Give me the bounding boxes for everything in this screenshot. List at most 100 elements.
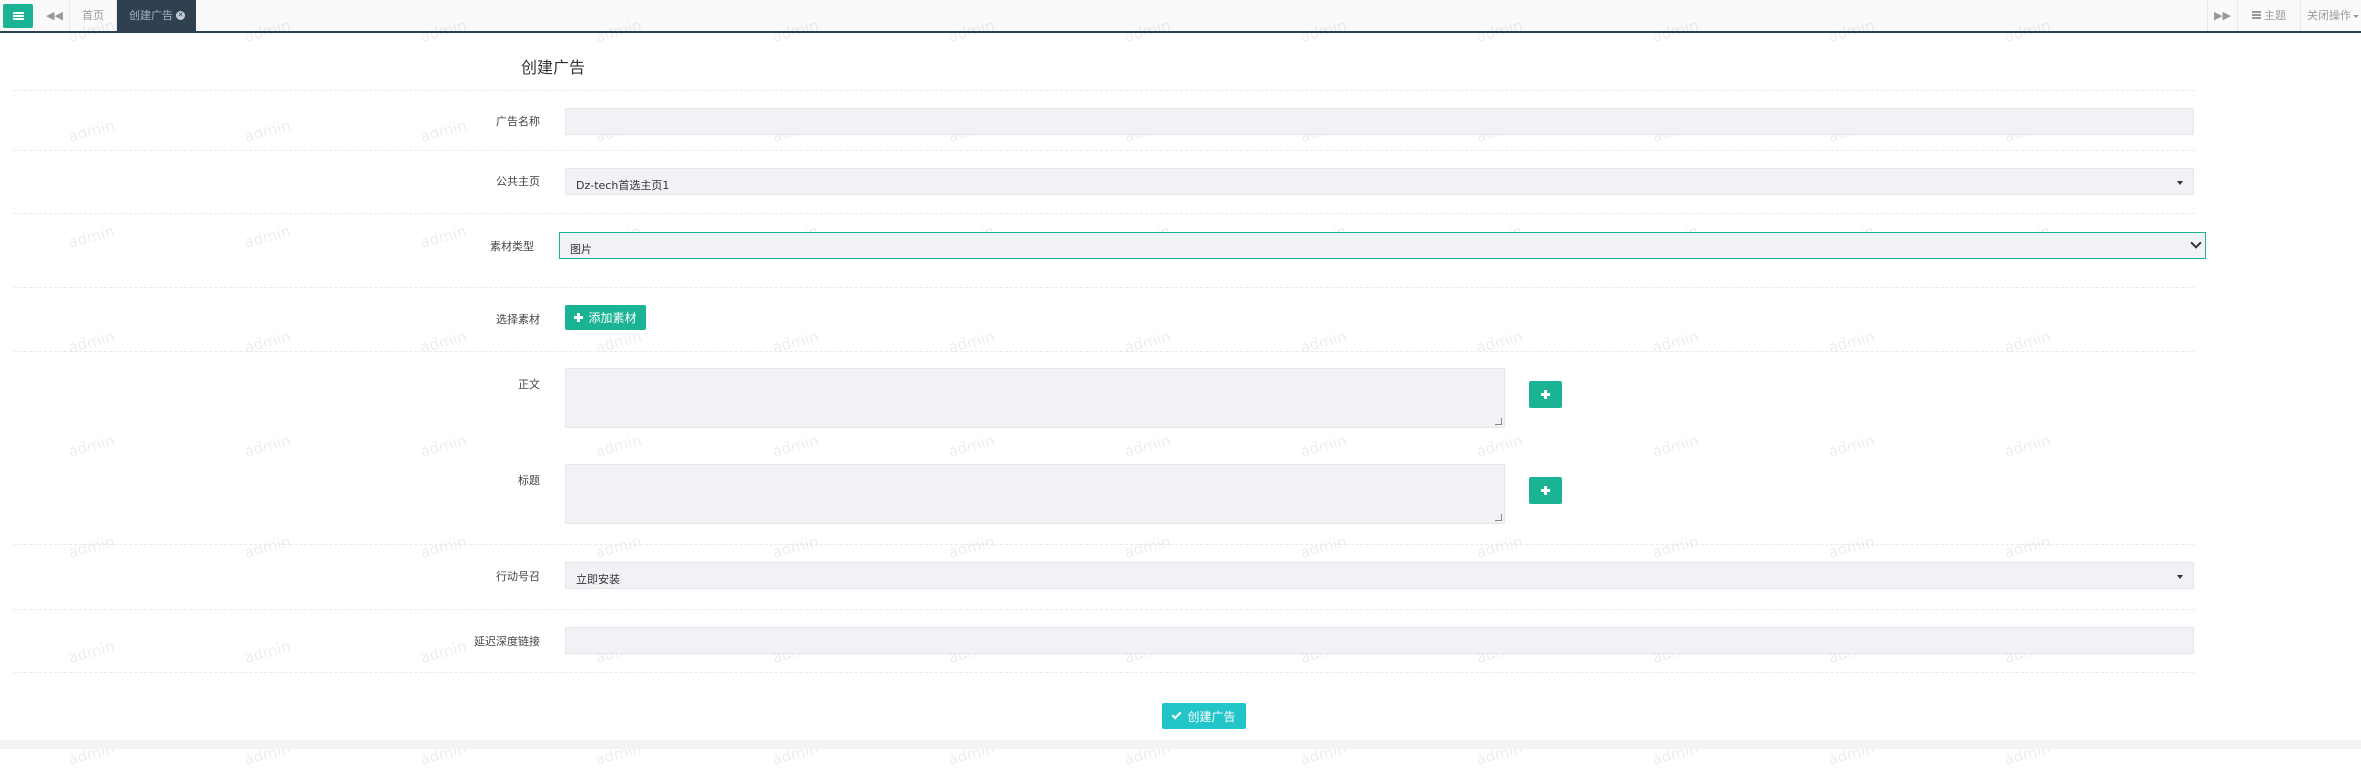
chevron-down-icon xyxy=(2190,237,2202,249)
double-right-icon[interactable]: ▶▶ xyxy=(2207,0,2237,31)
watermark-text: admin xyxy=(770,431,821,461)
watermark-text: admin xyxy=(418,327,469,357)
tab-home-label: 首页 xyxy=(82,9,104,22)
check-icon xyxy=(1172,709,1182,720)
material-type-select[interactable]: 图片 xyxy=(559,232,2206,259)
tab-home[interactable]: 首页 xyxy=(72,0,117,31)
watermark-text: admin xyxy=(1826,327,1877,357)
caret-down-icon xyxy=(2177,181,2183,185)
theme-label: 主题 xyxy=(2264,9,2286,22)
watermark-text: admin xyxy=(1122,532,1173,562)
add-headline-button[interactable] xyxy=(1529,477,1562,504)
watermark-text: admin xyxy=(66,431,117,461)
watermark-text: admin xyxy=(242,637,293,667)
create-ad-submit-label: 创建广告 xyxy=(1187,709,1236,724)
close-tab-icon[interactable]: ✕ xyxy=(176,10,185,20)
watermark-text: admin xyxy=(593,532,644,562)
watermark-text: admin xyxy=(1298,431,1349,461)
watermark-text: admin xyxy=(1122,327,1173,357)
watermark-text: admin xyxy=(1298,327,1349,357)
call-to-action-select[interactable]: 立即安装 xyxy=(565,562,2194,589)
body-text-textarea[interactable] xyxy=(565,368,1505,428)
close-operations-label: 关闭操作 xyxy=(2307,9,2351,22)
watermark-text: admin xyxy=(242,431,293,461)
divider xyxy=(14,150,2194,151)
plus-icon xyxy=(1541,390,1550,399)
divider xyxy=(14,672,2194,673)
public-page-select[interactable]: Dz-tech首选主页1 xyxy=(565,168,2194,195)
tab-create-ad[interactable]: 创建广告 ✕ xyxy=(117,0,196,31)
deep-link-input[interactable] xyxy=(565,627,2194,654)
watermark-text: admin xyxy=(770,327,821,357)
watermark-text: admin xyxy=(242,532,293,562)
watermark-text: admin xyxy=(770,532,821,562)
theme-button[interactable]: 主题 xyxy=(2237,0,2300,31)
resize-handle[interactable] xyxy=(1495,514,1502,521)
tab-create-ad-label: 创建广告 xyxy=(129,9,173,22)
material-type-label: 素材类型 xyxy=(490,240,534,253)
divider xyxy=(14,351,2194,352)
public-page-value: Dz-tech首选主页1 xyxy=(576,179,670,192)
add-material-button[interactable]: 添加素材 xyxy=(565,305,646,330)
watermark-text: admin xyxy=(2002,327,2053,357)
hamburger-icon[interactable] xyxy=(3,4,33,28)
divider xyxy=(14,609,2194,610)
public-page-label: 公共主页 xyxy=(496,175,540,188)
divider xyxy=(14,287,2194,288)
watermark-text: admin xyxy=(1826,532,1877,562)
divider xyxy=(14,213,2194,214)
headline-textarea[interactable] xyxy=(565,464,1505,524)
footer-strip xyxy=(0,740,2361,749)
watermark-text: admin xyxy=(946,532,997,562)
caret-down-icon xyxy=(2177,575,2183,579)
divider xyxy=(14,544,2194,545)
watermark-text: admin xyxy=(1122,431,1173,461)
call-to-action-value: 立即安装 xyxy=(576,573,620,586)
deep-link-label: 延迟深度链接 xyxy=(474,635,540,648)
watermark-text: admin xyxy=(242,327,293,357)
divider xyxy=(14,90,2194,91)
tab-bar: ◀◀ 首页 创建广告 ✕ ▶▶ 主题 关闭操作 xyxy=(0,0,2361,33)
body-text-label: 正文 xyxy=(518,378,540,391)
watermark-text: admin xyxy=(2002,431,2053,461)
watermark-text: admin xyxy=(66,222,117,252)
plus-icon xyxy=(1541,486,1550,495)
watermark-text: admin xyxy=(66,532,117,562)
watermark-text: admin xyxy=(66,637,117,667)
watermark-text: admin xyxy=(1474,532,1525,562)
watermark-text: admin xyxy=(242,116,293,146)
call-to-action-label: 行动号召 xyxy=(496,570,540,583)
watermark-text: admin xyxy=(946,327,997,357)
watermark-text: admin xyxy=(1650,327,1701,357)
ad-name-label: 广告名称 xyxy=(496,115,540,128)
watermark-text: admin xyxy=(1650,532,1701,562)
close-operations-dropdown[interactable]: 关闭操作 xyxy=(2300,0,2361,31)
watermark-text: admin xyxy=(418,431,469,461)
caret-down-icon xyxy=(2353,14,2359,18)
double-left-icon[interactable]: ◀◀ xyxy=(40,0,70,31)
watermark-text: admin xyxy=(1826,431,1877,461)
watermark-text: admin xyxy=(2002,532,2053,562)
resize-handle[interactable] xyxy=(1495,418,1502,425)
select-material-label: 选择素材 xyxy=(496,313,540,326)
watermark-text: admin xyxy=(593,327,644,357)
create-ad-submit-button[interactable]: 创建广告 xyxy=(1162,703,1246,729)
watermark-text: admin xyxy=(1298,532,1349,562)
watermark-text: admin xyxy=(66,327,117,357)
watermark-text: admin xyxy=(418,532,469,562)
material-type-value: 图片 xyxy=(570,243,592,256)
page-title: 创建广告 xyxy=(521,58,586,77)
watermark-text: admin xyxy=(242,222,293,252)
list-icon xyxy=(2252,11,2261,19)
add-material-label: 添加素材 xyxy=(588,311,637,325)
ad-name-input[interactable] xyxy=(565,108,2194,135)
watermark-text: admin xyxy=(66,116,117,146)
watermark-text: admin xyxy=(1474,327,1525,357)
watermark-text: admin xyxy=(1650,431,1701,461)
headline-label: 标题 xyxy=(518,474,540,487)
plus-icon xyxy=(574,313,584,322)
watermark-text: admin xyxy=(593,431,644,461)
watermark-text: admin xyxy=(1474,431,1525,461)
watermark-text: admin xyxy=(946,431,997,461)
add-body-text-button[interactable] xyxy=(1529,381,1562,408)
